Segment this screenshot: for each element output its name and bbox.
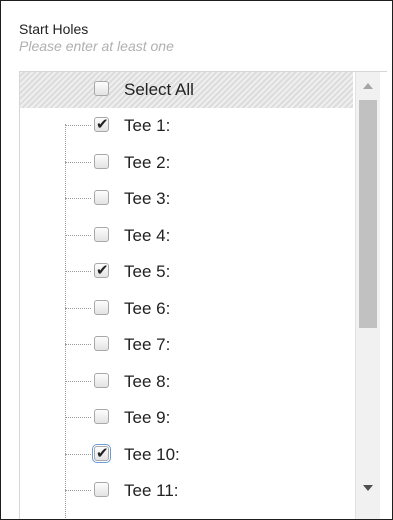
- tee-label: Tee 8:: [124, 371, 171, 391]
- start-holes-field: Start Holes Please enter at least one Se…: [0, 0, 393, 520]
- scrollbar-thumb[interactable]: [359, 100, 377, 328]
- tee-checkbox[interactable]: [94, 299, 109, 315]
- tee-label: Tee 4:: [124, 225, 171, 245]
- tee-list-item[interactable]: Tee 4:: [20, 218, 353, 254]
- tee-checkbox[interactable]: [94, 482, 109, 497]
- tee-label: Tee 5:: [124, 262, 171, 281]
- tee-label: Tee 9:: [124, 408, 171, 427]
- tee-checkbox[interactable]: [94, 115, 109, 133]
- tee-list-item[interactable]: Tee 9:: [20, 400, 353, 436]
- tee-list-item[interactable]: Tee 1:: [20, 108, 353, 144]
- tee-label: Tee 7:: [124, 335, 171, 354]
- select-all-row[interactable]: Select All: [20, 72, 353, 108]
- tee-checkbox[interactable]: [94, 372, 109, 388]
- scroll-down-arrow-icon[interactable]: [363, 485, 373, 491]
- tee-label: Tee 10:: [124, 444, 180, 464]
- tee-list-item[interactable]: Tee 3:: [20, 181, 353, 217]
- tee-label: Tee 11:: [124, 481, 179, 500]
- field-hint: Please enter at least one: [19, 38, 174, 54]
- tee-checkbox[interactable]: [94, 409, 109, 424]
- tee-list-item[interactable]: Tee 2:: [20, 145, 353, 181]
- vertical-scrollbar[interactable]: [355, 72, 380, 519]
- tee-checkbox[interactable]: [94, 190, 109, 205]
- tee-checkbox[interactable]: [94, 226, 109, 242]
- scroll-up-arrow-icon[interactable]: [363, 83, 373, 89]
- tee-checklist[interactable]: Select All Tee 1: Tee 2: Tee 3: Tee 4: Tee 5…: [19, 71, 387, 519]
- tee-list-item[interactable]: Tee 5:: [20, 254, 353, 290]
- tee-label: Tee 3:: [124, 189, 171, 208]
- select-all-label: Select All: [124, 80, 194, 99]
- tee-list-item[interactable]: Tee 7:: [20, 327, 353, 363]
- tee-list-item[interactable]: Tee 10:: [20, 437, 353, 473]
- tee-checkbox[interactable]: [94, 153, 109, 169]
- tee-checkbox[interactable]: [94, 336, 109, 351]
- tee-list-item[interactable]: Tee 6:: [20, 291, 353, 327]
- tee-list-item[interactable]: Tee 11:: [20, 473, 353, 509]
- tee-checkbox[interactable]: [92, 443, 111, 463]
- tee-checkbox[interactable]: [94, 261, 109, 279]
- tee-list-item[interactable]: Tee 8:: [20, 364, 353, 400]
- tee-label: Tee 1:: [124, 116, 171, 135]
- tee-label: Tee 2:: [124, 152, 171, 172]
- field-title: Start Holes: [19, 21, 89, 37]
- select-all-checkbox[interactable]: [94, 81, 109, 96]
- tee-label: Tee 6:: [124, 298, 171, 318]
